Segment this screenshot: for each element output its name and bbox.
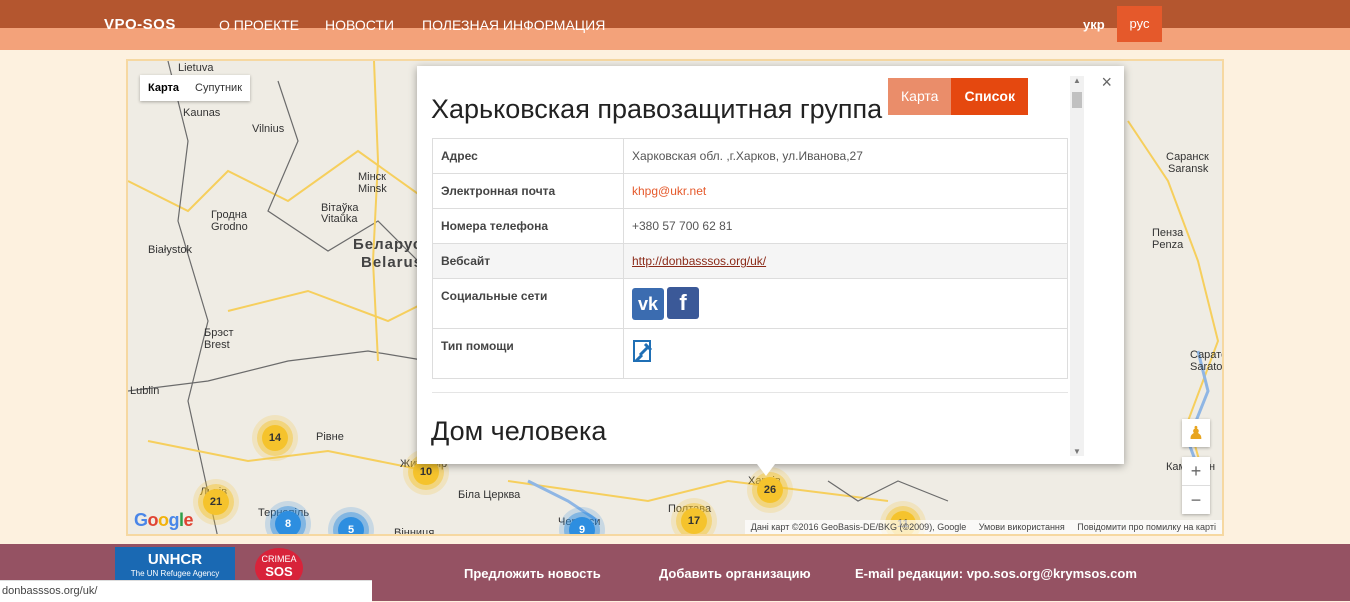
row-key: Электронная почта — [432, 173, 624, 209]
help-type-cell — [623, 328, 1068, 379]
map-type-map-button[interactable]: Карта — [140, 75, 187, 101]
map-cluster[interactable]: 17 — [681, 508, 707, 534]
organization-info-table: Адрес Харковская обл. ,г.Харков, ул.Иван… — [432, 138, 1068, 379]
panel-pointer — [757, 464, 775, 476]
address-value: Харковская обл. ,г.Харков, ул.Иванова,27 — [623, 138, 1068, 174]
map-type-satellite-button[interactable]: Супутник — [187, 75, 250, 101]
legal-help-icon — [633, 340, 653, 363]
map-label: Пенза — [1152, 227, 1184, 239]
table-row: Тип помощи — [432, 328, 1068, 379]
lang-ukr-button[interactable]: укр — [1083, 17, 1105, 32]
zoom-control: + − — [1182, 457, 1210, 514]
nav-about[interactable]: О ПРОЕКТЕ — [219, 17, 299, 33]
map-report-link[interactable]: Повідомити про помилку на карті — [1077, 522, 1216, 532]
map-cluster[interactable]: 8 — [275, 511, 301, 534]
organization-panel: Карта Список × ▲ ▼ Харьковская правозащи… — [417, 66, 1124, 464]
table-row: Электронная почта khpg@ukr.net — [432, 173, 1068, 209]
map-label: Kaunas — [183, 107, 221, 119]
map-cluster[interactable]: 21 — [203, 489, 229, 515]
website-cell: http://donbasssos.org/uk/ — [623, 243, 1068, 279]
map-label: Саранск — [1166, 151, 1209, 163]
unhcr-logo-title: UNHCR — [147, 551, 203, 568]
row-key: Вебсайт — [432, 243, 624, 279]
map-label: Мінск — [358, 171, 386, 183]
map-label: Брэст — [204, 327, 234, 339]
phone-value: +380 57 700 62 81 — [623, 208, 1068, 244]
map-type-switch: Карта Супутник — [140, 75, 251, 101]
scrollbar-thumb[interactable] — [1072, 92, 1082, 108]
map-label: Lublin — [130, 385, 160, 397]
unhcr-logo[interactable]: UNHCR The UN Refugee Agency — [115, 547, 235, 583]
zoom-out-button[interactable]: − — [1182, 486, 1210, 514]
map-label: Białystok — [148, 244, 193, 256]
scroll-up-icon[interactable]: ▲ — [1073, 76, 1081, 85]
map-label: Lietuva — [178, 62, 214, 74]
map-label: Saratov — [1190, 361, 1223, 373]
editor-email-link[interactable]: E-mail редакции: vpo.sos.org@krymsos.com — [855, 566, 1137, 581]
nav-news[interactable]: НОВОСТИ — [325, 17, 394, 33]
next-organization-title: Дом человека — [431, 416, 607, 446]
row-key: Социальные сети — [432, 278, 624, 329]
map-label: Grodno — [211, 221, 248, 233]
row-key: Адрес — [432, 138, 624, 174]
map-attribution: Дані карт ©2016 GeoBasis-DE/BKG (©2009),… — [744, 520, 1222, 534]
browser-status-url: donbasssos.org/uk/ — [0, 580, 372, 602]
crimea-logo-title: CRIMEA — [261, 554, 297, 564]
organization-title: Харьковская правозащитная группа — [431, 94, 883, 124]
map-cluster[interactable]: 9 — [569, 517, 595, 534]
view-list-button[interactable]: Список — [951, 78, 1028, 115]
map-label: Рівне — [316, 431, 344, 443]
facebook-icon[interactable]: f — [667, 287, 699, 319]
map-label: Саратов — [1190, 349, 1222, 361]
suggest-news-link[interactable]: Предложить новость — [464, 566, 601, 581]
top-navbar: VPO-SOS О ПРОЕКТЕ НОВОСТИ ПОЛЕЗНАЯ ИНФОР… — [0, 0, 1350, 50]
add-organization-link[interactable]: Добавить организацию — [659, 566, 811, 581]
map-label: Penza — [1152, 239, 1184, 251]
row-key: Номера телефона — [432, 208, 624, 244]
map-cluster[interactable]: 5 — [338, 517, 364, 534]
scroll-down-icon[interactable]: ▼ — [1073, 447, 1081, 456]
map-label: Vitaŭka — [321, 213, 358, 225]
nav-useful-info[interactable]: ПОЛЕЗНАЯ ИНФОРМАЦИЯ — [422, 17, 605, 33]
brand-logo[interactable]: VPO-SOS — [104, 16, 176, 33]
crimea-logo-subtitle: SOS — [265, 564, 293, 579]
map-cluster[interactable]: 14 — [262, 425, 288, 451]
map-label: Vilnius — [252, 123, 285, 135]
map-cluster[interactable]: 26 — [757, 477, 783, 503]
view-toggle: Карта Список — [888, 78, 1028, 115]
close-icon[interactable]: × — [1101, 72, 1112, 93]
view-map-button[interactable]: Карта — [888, 78, 952, 115]
row-key: Тип помощи — [432, 328, 624, 379]
map-label: Saransk — [1168, 163, 1209, 175]
map-copyright: Дані карт ©2016 GeoBasis-DE/BKG (©2009),… — [750, 522, 967, 532]
zoom-in-button[interactable]: + — [1182, 457, 1210, 486]
vk-icon[interactable]: vk — [632, 288, 664, 320]
website-link[interactable]: http://donbasssos.org/uk/ — [632, 254, 766, 268]
email-link[interactable]: khpg@ukr.net — [632, 184, 706, 198]
table-row: Социальные сети vk f — [432, 278, 1068, 329]
lang-rus-button[interactable]: рус — [1117, 6, 1162, 42]
unhcr-logo-subtitle: The UN Refugee Agency — [130, 569, 220, 578]
map-terms-link[interactable]: Умови використання — [979, 522, 1065, 532]
panel-scrollbar[interactable]: ▲ ▼ — [1070, 76, 1084, 456]
map-label: Minsk — [358, 183, 387, 195]
table-row: Адрес Харковская обл. ,г.Харков, ул.Иван… — [432, 138, 1068, 174]
table-row: Вебсайт http://donbasssos.org/uk/ — [432, 243, 1068, 279]
divider — [432, 392, 1068, 393]
map-label: Біла Церква — [458, 489, 521, 501]
email-cell: khpg@ukr.net — [623, 173, 1068, 209]
street-view-pegman-icon[interactable]: ♟ — [1182, 419, 1210, 447]
table-row: Номера телефона +380 57 700 62 81 — [432, 208, 1068, 244]
map-label: Belarus — [361, 254, 424, 271]
social-cell: vk f — [623, 278, 1068, 329]
map-label: Brest — [204, 339, 230, 351]
map-label: Вінниця — [394, 527, 435, 536]
map-label: Гродна — [211, 209, 247, 221]
google-logo: Google — [134, 510, 194, 530]
